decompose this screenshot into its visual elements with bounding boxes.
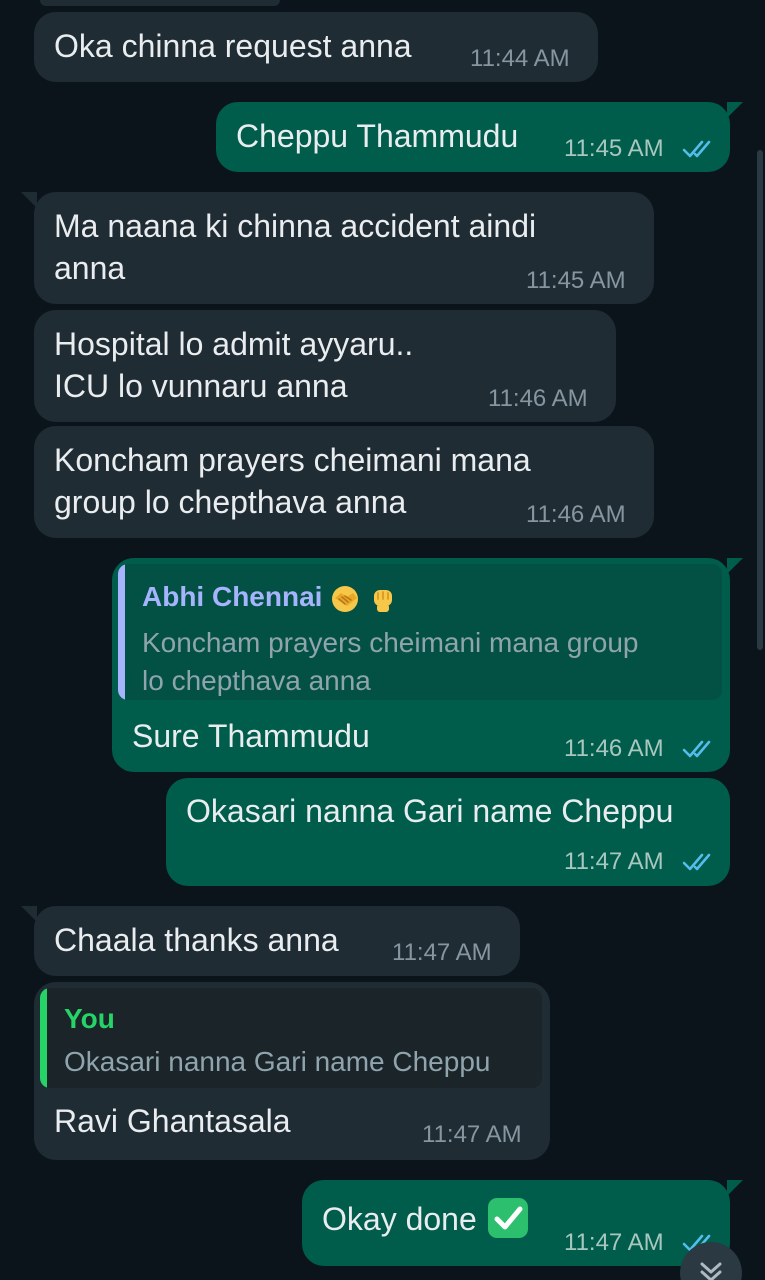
incoming-reply-message[interactable]: You Okasari nanna Gari name Cheppu Ravi … bbox=[34, 982, 550, 1160]
message-time: 11:45 AM bbox=[564, 135, 664, 162]
message-time: 11:47 AM bbox=[564, 848, 664, 875]
quote-author-name: Abhi Chennai bbox=[142, 581, 323, 612]
message-text: Oka chinna request anna bbox=[54, 28, 412, 64]
message-text-line-2: group lo chepthava anna bbox=[54, 484, 407, 520]
message-text: Chaala thanks anna bbox=[54, 922, 339, 958]
message-text: Cheppu Thammudu bbox=[236, 118, 519, 154]
message-content: Okay done bbox=[322, 1197, 530, 1240]
bubble-tail bbox=[727, 1180, 743, 1196]
double-check-read-icon bbox=[682, 140, 711, 158]
double-check-read-icon bbox=[682, 740, 711, 758]
outgoing-message[interactable]: Cheppu Thammudu 11:45 AM bbox=[216, 102, 743, 172]
incoming-message[interactable]: Chaala thanks anna 11:47 AM bbox=[21, 906, 520, 976]
bubble-tail bbox=[727, 558, 743, 574]
outgoing-message[interactable]: Okay done 11:47 AM bbox=[302, 1180, 743, 1266]
message-time: 11:47 AM bbox=[564, 1229, 664, 1256]
handshake-emoji bbox=[332, 585, 359, 612]
scroll-to-bottom-button[interactable] bbox=[680, 1242, 742, 1280]
bubble-tail bbox=[727, 102, 743, 118]
chat-conversation[interactable]: Oka chinna request anna 11:44 AM Cheppu … bbox=[0, 0, 765, 1280]
message-text: Okay done bbox=[322, 1201, 477, 1237]
message-time: 11:46 AM bbox=[564, 735, 664, 762]
incoming-message[interactable]: Oka chinna request anna 11:44 AM bbox=[34, 12, 598, 82]
message-text: Okasari nanna Gari name Cheppu bbox=[186, 793, 674, 829]
message-time: 11:45 AM bbox=[526, 267, 626, 294]
quote-text-line-1: Koncham prayers cheimani mana group bbox=[142, 627, 639, 658]
quote-author: Abhi Chennai bbox=[142, 580, 398, 614]
message-time: 11:46 AM bbox=[526, 501, 626, 528]
bubble-tail bbox=[21, 906, 37, 922]
check-mark-button-emoji bbox=[487, 1197, 528, 1238]
incoming-message[interactable]: Ma naana ki chinna accident aindi anna 1… bbox=[21, 192, 654, 304]
quote-accent-bar bbox=[118, 564, 125, 700]
message-text: Sure Thammudu bbox=[132, 718, 370, 754]
quote-text-line-2: lo chepthava anna bbox=[142, 665, 371, 696]
quote-text: Okasari nanna Gari name Cheppu bbox=[64, 1046, 491, 1077]
message-text-line-2: anna bbox=[54, 250, 126, 286]
previous-message-bubble-edge bbox=[40, 0, 280, 6]
incoming-message[interactable]: Koncham prayers cheimani mana group lo c… bbox=[34, 426, 654, 538]
incoming-message[interactable]: Hospital lo admit ayyaru.. ICU lo vunnar… bbox=[34, 310, 616, 422]
bubble-tail bbox=[21, 192, 37, 208]
quote-author: You bbox=[64, 1003, 115, 1034]
scrollbar[interactable] bbox=[757, 150, 763, 650]
message-time: 11:47 AM bbox=[422, 1121, 522, 1148]
outgoing-reply-message[interactable]: Abhi Chennai Koncham prayers cheimani ma… bbox=[112, 558, 743, 772]
message-time: 11:46 AM bbox=[488, 385, 588, 412]
message-text-line-1: Hospital lo admit ayyaru.. bbox=[54, 326, 414, 362]
message-text-line-1: Ma naana ki chinna accident aindi bbox=[54, 208, 537, 244]
quoted-message[interactable]: You Okasari nanna Gari name Cheppu bbox=[40, 988, 542, 1088]
quote-accent-bar bbox=[40, 988, 47, 1088]
message-text-line-1: Koncham prayers cheimani mana bbox=[54, 442, 531, 478]
double-check-read-icon bbox=[682, 853, 711, 871]
raised-fist-emoji bbox=[374, 589, 393, 612]
chevron-down-icon bbox=[700, 1262, 722, 1280]
outgoing-message[interactable]: Okasari nanna Gari name Cheppu 11:47 AM bbox=[166, 778, 730, 886]
quoted-message[interactable]: Abhi Chennai Koncham prayers cheimani ma… bbox=[118, 564, 722, 700]
message-text-line-2: ICU lo vunnaru anna bbox=[54, 368, 348, 404]
message-time: 11:44 AM bbox=[470, 45, 570, 72]
message-text: Ravi Ghantasala bbox=[54, 1103, 291, 1139]
message-time: 11:47 AM bbox=[392, 939, 492, 966]
